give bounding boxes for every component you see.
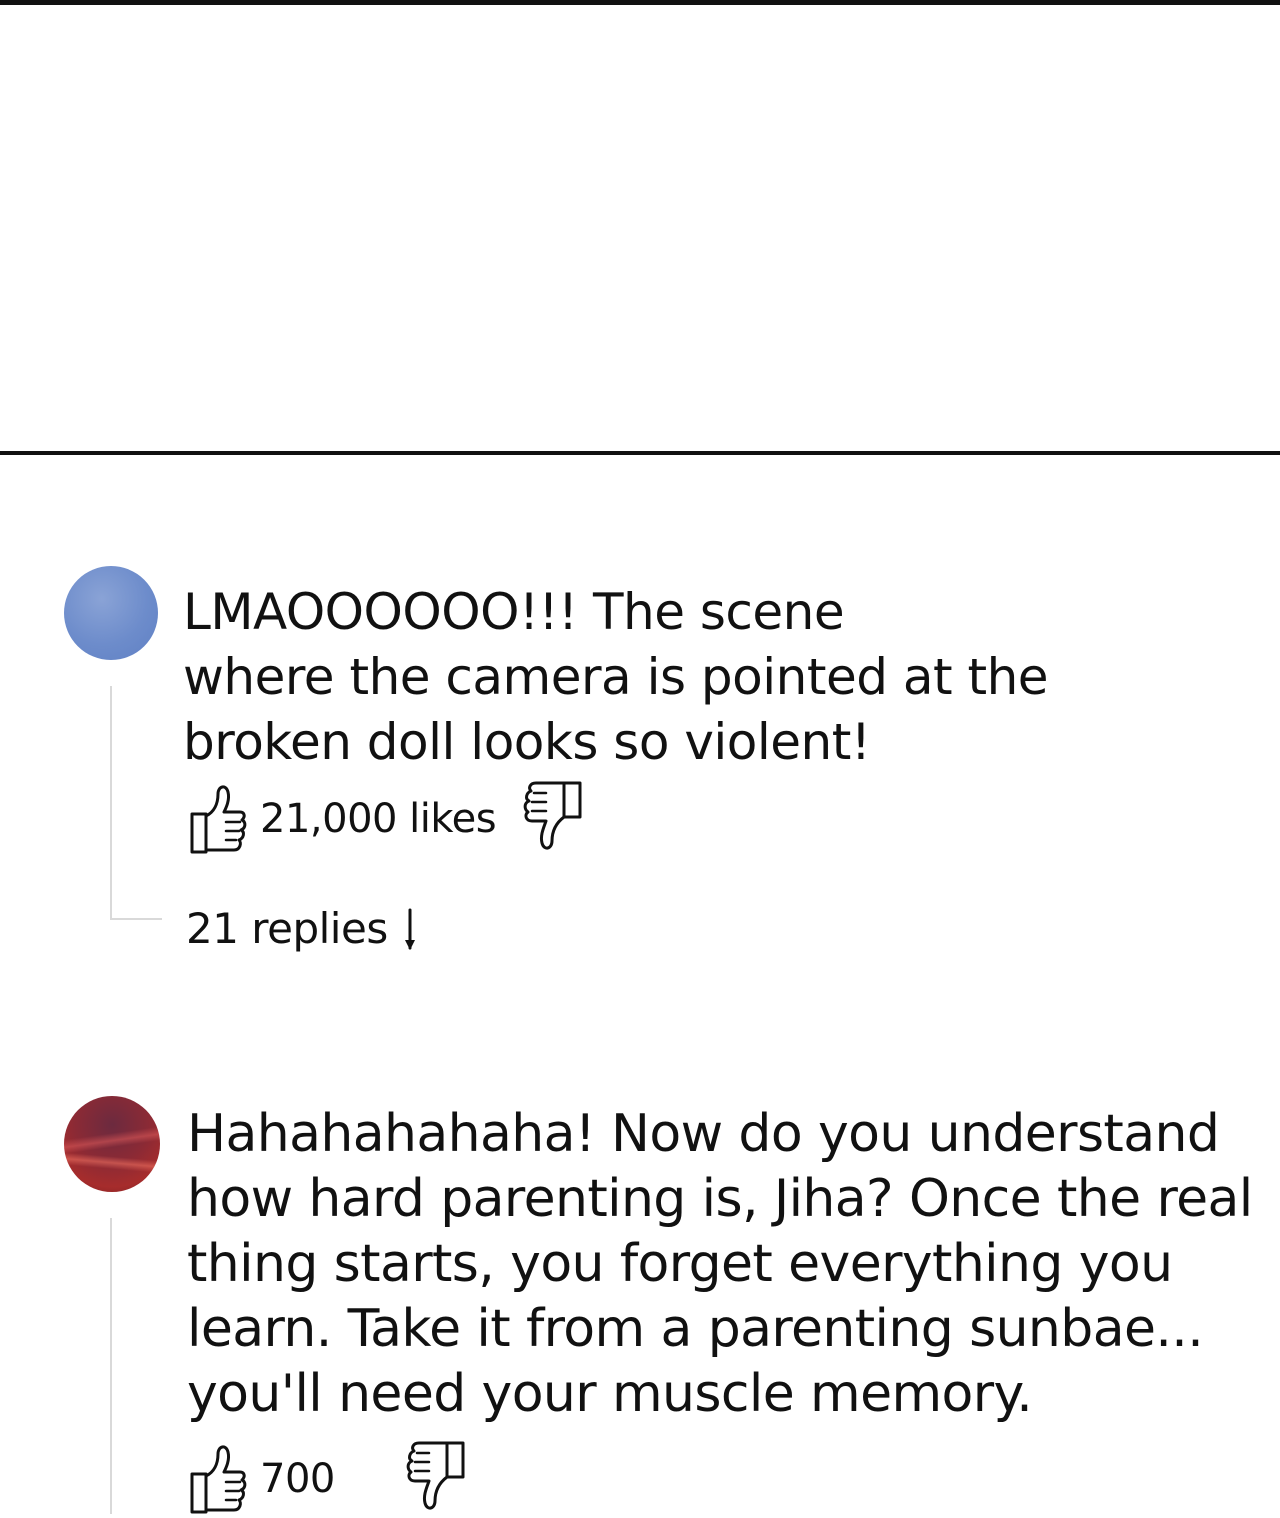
comment-text: LMAOOOOOO!!! The scene where the camera … [183, 583, 1049, 771]
thumbs-down-icon[interactable] [405, 1437, 467, 1515]
replies-count: 21 replies [186, 903, 388, 953]
avatar[interactable] [64, 566, 158, 660]
thread-line-branch [110, 918, 162, 920]
arrow-down-icon [402, 906, 418, 954]
avatar[interactable] [64, 1096, 160, 1192]
like-count: 700 [260, 1456, 335, 1502]
blank-panel [0, 5, 1280, 452]
thread-line [110, 686, 112, 918]
comment: LMAOOOOOO!!! The scene where the camera … [0, 566, 1280, 966]
like-count: 21,000 likes [260, 796, 497, 842]
comment: Hahahahahaha! Now do you understand how … [0, 1094, 1280, 1514]
thumbs-up-icon[interactable] [186, 1440, 248, 1518]
thread-line [110, 1218, 112, 1514]
comment-text: Hahahahahaha! Now do you understand how … [187, 1104, 1253, 1424]
view-replies-button[interactable]: 21 replies [186, 902, 418, 954]
thumbs-down-icon[interactable] [522, 777, 584, 855]
panel-divider [0, 451, 1280, 455]
comment-actions: 21,000 likes [186, 780, 584, 858]
thumbs-up-icon[interactable] [186, 780, 248, 858]
comment-actions: 700 [186, 1440, 467, 1518]
